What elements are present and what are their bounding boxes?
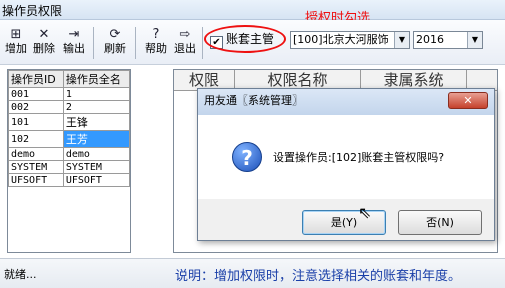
mouse-cursor-icon: ⇖: [358, 203, 372, 222]
question-icon: ?: [232, 142, 262, 172]
account-select-value: [100]北京大河服饰: [293, 33, 389, 46]
toolbar-separator: [202, 27, 203, 59]
export-label: 输出: [63, 42, 85, 55]
column-header-name[interactable]: 操作员全名: [62, 70, 131, 88]
status-bar: 就绪... 说明：增加权限时，注意选择相关的账套和年度。: [0, 258, 505, 288]
operator-id: 101: [8, 113, 64, 131]
table-row[interactable]: SYSTEM SYSTEM: [8, 160, 131, 174]
table-row[interactable]: 101 王锋: [8, 113, 131, 131]
annotation-oval: [204, 25, 286, 53]
operator-id: demo: [8, 147, 64, 161]
add-button[interactable]: ⊞ 增加: [3, 26, 29, 62]
delete-icon: ✕: [38, 27, 50, 42]
year-select[interactable]: 2016 ▼: [413, 31, 483, 49]
help-label: 帮助: [145, 42, 167, 55]
operator-name: SYSTEM: [62, 160, 131, 174]
status-note: 说明：增加权限时，注意选择相关的账套和年度。: [175, 269, 462, 284]
delete-label: 删除: [33, 42, 55, 55]
delete-button[interactable]: ✕ 删除: [31, 26, 57, 62]
operator-name: demo: [62, 147, 131, 161]
window-title: 操作员权限: [2, 4, 63, 18]
operator-name: UFSOFT: [62, 173, 131, 187]
operator-name: 2: [62, 100, 131, 114]
help-button[interactable]: ? 帮助: [143, 26, 169, 62]
operator-name: 1: [62, 87, 131, 101]
no-button[interactable]: 否(N): [398, 210, 482, 235]
status-text: 就绪...: [4, 268, 37, 281]
table-row[interactable]: UFSOFT UFSOFT: [8, 173, 131, 187]
add-icon: ⊞: [10, 27, 22, 42]
operator-id: 001: [8, 87, 64, 101]
exit-button[interactable]: ⇨ 退出: [172, 26, 198, 62]
operator-name: 王锋: [62, 113, 131, 131]
table-header-row: 操作员ID 操作员全名: [8, 70, 131, 88]
operator-name: 王芳: [62, 130, 131, 148]
exit-label: 退出: [174, 42, 196, 55]
dialog-message: 设置操作员:[102]账套主管权限吗?: [273, 151, 445, 164]
operator-id: UFSOFT: [8, 173, 64, 187]
column-header-id[interactable]: 操作员ID: [8, 70, 64, 88]
refresh-label: 刷新: [104, 42, 126, 55]
dialog-body: ? 设置操作员:[102]账套主管权限吗?: [198, 115, 494, 199]
year-select-value: 2016: [416, 33, 444, 46]
export-icon: ⇥: [68, 27, 80, 42]
chevron-down-icon: ▼: [394, 32, 409, 48]
column-header-permission-name[interactable]: 权限名称: [235, 70, 361, 90]
title-bar: 操作员权限: [0, 0, 505, 20]
table-row[interactable]: 002 2: [8, 100, 131, 114]
export-button[interactable]: ⇥ 输出: [61, 26, 87, 62]
refresh-icon: ⟳: [109, 27, 121, 42]
refresh-button[interactable]: ⟳ 刷新: [102, 26, 128, 62]
account-select[interactable]: [100]北京大河服饰 ▼: [290, 31, 410, 49]
table-row-selected[interactable]: 102 王芳: [8, 130, 131, 148]
add-label: 增加: [5, 42, 27, 55]
confirm-dialog: 用友通〖系统管理〗 ✕ ? 设置操作员:[102]账套主管权限吗? 是(Y) 否…: [197, 88, 495, 241]
table-row[interactable]: 001 1: [8, 87, 131, 101]
yes-button[interactable]: 是(Y): [302, 210, 386, 235]
operator-id: SYSTEM: [8, 160, 64, 174]
operator-id: 002: [8, 100, 64, 114]
help-icon: ?: [152, 27, 160, 42]
chevron-down-icon: ▼: [467, 32, 482, 48]
operator-table: 操作员ID 操作员全名 001 1 002 2 101 王锋 102 王芳 de: [7, 69, 131, 253]
toolbar-separator: [135, 27, 136, 59]
exit-icon: ⇨: [179, 27, 191, 42]
column-header-system[interactable]: 隶属系统: [361, 70, 467, 90]
operator-id: 102: [8, 130, 64, 148]
table-row[interactable]: demo demo: [8, 147, 131, 161]
column-header-permission[interactable]: 权限: [174, 70, 235, 90]
close-icon[interactable]: ✕: [448, 92, 488, 109]
toolbar-separator: [93, 27, 94, 59]
